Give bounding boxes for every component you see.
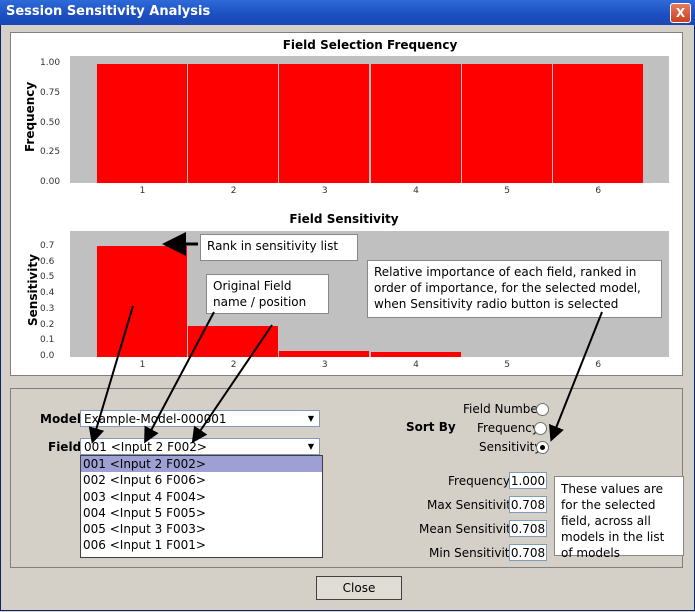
y-tick-label: 0.1 (40, 335, 55, 346)
bar-2 (188, 325, 279, 357)
frequency-stat-value: 1.000 (509, 472, 547, 489)
field-option[interactable]: 002 <Input 6 F006> (81, 472, 322, 488)
x-tick-label: 1 (139, 186, 146, 196)
frequency-axis-label: Frequency (23, 81, 37, 152)
frequency-chart-title: Field Selection Frequency (282, 38, 458, 52)
window-close-button[interactable]: X (670, 3, 691, 23)
field-option[interactable]: 005 <Input 3 F003> (81, 521, 322, 537)
sort-frequency-radio[interactable] (534, 422, 547, 435)
y-tick-label: 0.3 (40, 303, 55, 314)
chevron-down-icon: ▼ (307, 414, 315, 423)
field-select-value: 001 <Input 2 F002> (84, 440, 207, 454)
rank-callout: Rank in sensitivity list (200, 234, 358, 261)
x-tick-label: 6 (595, 360, 602, 370)
field-dropdown-list: 001 <Input 2 F002> 002 <Input 6 F006> 00… (80, 455, 323, 558)
field-option[interactable]: 006 <Input 1 F001> (81, 537, 322, 553)
y-tick-label: 0.75 (40, 87, 61, 98)
frequency-stat-label: Frequency (448, 474, 510, 488)
bar-4 (370, 352, 461, 357)
radio-selected-dot (540, 445, 545, 450)
chevron-down-icon: ▼ (307, 442, 315, 451)
title-bar: Session Sensitivity Analysis X (0, 0, 695, 25)
x-tick-label: 3 (321, 360, 328, 370)
y-tick-label: 0.7 (40, 240, 55, 251)
y-tick-label: 1.00 (40, 58, 61, 68)
field-option[interactable]: 003 <Input 4 F004> (81, 489, 322, 505)
mean-sensitivity-label: Mean Sensitivity (419, 522, 518, 536)
bar-4 (370, 64, 461, 183)
sort-sensitivity-radio[interactable] (536, 441, 549, 454)
model-select[interactable]: Example-Model-000001 ▼ (80, 410, 320, 427)
x-tick-label: 2 (230, 186, 237, 196)
bar-3 (279, 64, 370, 183)
x-tick-label: 2 (230, 360, 237, 370)
relative-importance-callout: Relative importance of each field, ranke… (367, 260, 662, 318)
max-sensitivity-value: 0.708 (509, 496, 547, 513)
sort-option-field-number-label: Field Number (463, 402, 543, 416)
y-tick-label: 0.00 (40, 177, 61, 187)
bar-1 (97, 64, 188, 183)
field-select[interactable]: 001 <Input 2 F002> ▼ (80, 438, 320, 455)
min-sensitivity-label: Min Sensitivity (429, 546, 517, 560)
bar-5 (461, 64, 552, 183)
y-tick-label: 0.6 (40, 256, 55, 267)
y-tick-label: 0.50 (40, 117, 61, 128)
mean-sensitivity-value: 0.708 (509, 520, 547, 537)
x-tick-label: 5 (504, 360, 510, 370)
y-tick-label: 0.5 (40, 272, 55, 283)
original-field-callout: Original Field name / position (206, 274, 329, 314)
x-tick-label: 1 (139, 360, 146, 370)
frequency-plot (70, 56, 669, 183)
close-button[interactable]: Close (316, 576, 402, 600)
bar-1 (97, 245, 188, 357)
sort-by-label: Sort By (406, 420, 456, 434)
min-sensitivity-value: 0.708 (509, 544, 547, 561)
model-label: Model (40, 412, 82, 426)
bar-2 (188, 64, 279, 183)
sensitivity-chart-title: Field Sensitivity (289, 212, 399, 226)
y-tick-label: 0.4 (40, 288, 55, 299)
x-tick-label: 5 (504, 186, 510, 196)
field-label: Field (48, 440, 82, 454)
y-tick-label: 0.0 (40, 351, 55, 361)
field-option[interactable]: 004 <Input 5 F005> (81, 505, 322, 521)
x-tick-label: 4 (413, 186, 419, 196)
x-tick-label: 3 (321, 186, 328, 196)
values-note-callout: These values are for the selected field,… (554, 476, 684, 560)
x-tick-label: 6 (595, 186, 602, 196)
max-sensitivity-label: Max Sensitivity (427, 498, 519, 512)
x-tick-label: 4 (413, 360, 419, 370)
y-tick-label: 0.25 (40, 147, 61, 158)
bar-6 (552, 64, 643, 183)
bar-3 (279, 350, 370, 357)
y-tick-label: 0.2 (40, 319, 55, 330)
window-title: Session Sensitivity Analysis (6, 4, 211, 19)
sensitivity-axis-label: Sensitivity (26, 254, 40, 326)
model-select-value: Example-Model-000001 (84, 412, 227, 426)
sort-option-sensitivity-label: Sensitivity (479, 440, 542, 454)
sort-field-number-radio[interactable] (536, 403, 549, 416)
sort-option-frequency-label: Frequency (477, 421, 539, 435)
field-option[interactable]: 001 <Input 2 F002> (81, 456, 322, 473)
